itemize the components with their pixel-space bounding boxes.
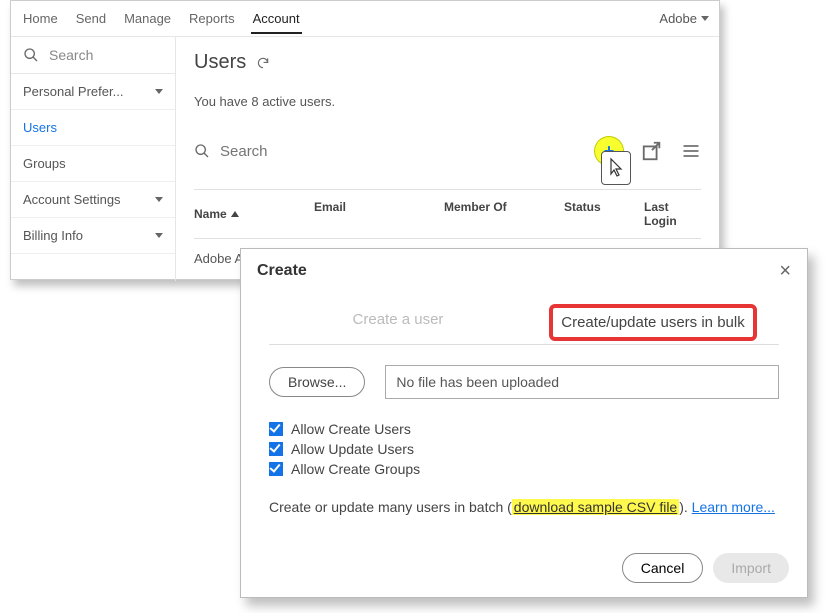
- modal-tabs: Create a user Create/update users in bul…: [269, 301, 779, 345]
- search-icon: [194, 143, 210, 159]
- checkbox-label: Allow Create Users: [291, 421, 411, 437]
- sidebar-item-users[interactable]: Users: [11, 110, 175, 146]
- search-icon: [23, 47, 39, 63]
- refresh-icon[interactable]: [256, 56, 270, 70]
- add-user-button[interactable]: +: [595, 137, 623, 165]
- column-last-login[interactable]: Last Login: [644, 200, 701, 228]
- checkbox-allow-create-groups[interactable]: Allow Create Groups: [269, 461, 779, 477]
- file-upload-status: No file has been uploaded: [385, 365, 779, 399]
- users-search-input[interactable]: [220, 143, 419, 160]
- menu-icon[interactable]: [681, 141, 701, 161]
- chevron-down-icon: [155, 89, 163, 94]
- create-modal: Create × Create a user Create/update use…: [240, 248, 808, 598]
- column-name[interactable]: Name: [194, 200, 314, 228]
- tab-home[interactable]: Home: [21, 3, 60, 34]
- column-email[interactable]: Email: [314, 200, 444, 228]
- sidebar-item-label: Users: [23, 120, 57, 135]
- tab-bulk-label: Create/update users in bulk: [549, 304, 756, 341]
- cancel-button[interactable]: Cancel: [622, 553, 704, 583]
- main-window: Home Send Manage Reports Account Adobe S…: [10, 0, 720, 280]
- sidebar-item-label: Billing Info: [23, 228, 83, 243]
- sidebar-item-label: Groups: [23, 156, 66, 171]
- checkbox-checked-icon: [269, 442, 283, 456]
- tab-create-bulk-users[interactable]: Create/update users in bulk: [527, 301, 779, 344]
- tab-account[interactable]: Account: [251, 3, 302, 34]
- column-status[interactable]: Status: [564, 200, 644, 228]
- import-button[interactable]: Import: [713, 553, 789, 583]
- chevron-down-icon: [701, 16, 709, 21]
- checkbox-label: Allow Create Groups: [291, 461, 420, 477]
- checkbox-checked-icon: [269, 462, 283, 476]
- tab-reports[interactable]: Reports: [187, 3, 237, 34]
- active-users-count: You have 8 active users.: [194, 94, 701, 109]
- learn-more-link[interactable]: Learn more...: [692, 499, 775, 515]
- tab-send[interactable]: Send: [74, 3, 108, 34]
- sidebar: Search Personal Prefer... Users Groups A…: [11, 37, 176, 281]
- content-area: Users You have 8 active users. +: [176, 37, 719, 281]
- sidebar-item-label: Account Settings: [23, 192, 121, 207]
- sidebar-item-billing-info[interactable]: Billing Info: [11, 218, 175, 254]
- chevron-down-icon: [155, 233, 163, 238]
- sidebar-item-personal-preferences[interactable]: Personal Prefer...: [11, 74, 175, 110]
- top-nav: Home Send Manage Reports Account Adobe: [11, 1, 719, 37]
- export-icon[interactable]: [641, 140, 663, 162]
- account-label: Adobe: [659, 11, 697, 26]
- sidebar-item-groups[interactable]: Groups: [11, 146, 175, 182]
- close-icon[interactable]: ×: [779, 261, 791, 281]
- users-search[interactable]: [194, 143, 595, 160]
- checkbox-allow-update-users[interactable]: Allow Update Users: [269, 441, 779, 457]
- users-table-header: Name Email Member Of Status Last Login: [194, 189, 701, 239]
- modal-title: Create: [257, 262, 307, 280]
- sidebar-item-account-settings[interactable]: Account Settings: [11, 182, 175, 218]
- chevron-down-icon: [155, 197, 163, 202]
- checkbox-checked-icon: [269, 422, 283, 436]
- sidebar-search-placeholder: Search: [49, 47, 93, 63]
- toolbar: +: [194, 137, 701, 165]
- plus-icon: +: [604, 142, 615, 160]
- tab-create-single-user[interactable]: Create a user: [269, 301, 527, 344]
- checkbox-allow-create-users[interactable]: Allow Create Users: [269, 421, 779, 437]
- sidebar-search[interactable]: Search: [11, 37, 175, 74]
- bulk-hint-text: Create or update many users in batch (do…: [269, 499, 779, 515]
- page-title: Users: [194, 51, 246, 74]
- download-sample-csv-link[interactable]: download sample CSV file: [512, 499, 679, 515]
- checkbox-label: Allow Update Users: [291, 441, 414, 457]
- sidebar-item-label: Personal Prefer...: [23, 84, 123, 99]
- sort-asc-icon: [231, 211, 239, 217]
- column-member-of[interactable]: Member Of: [444, 200, 564, 228]
- account-dropdown[interactable]: Adobe: [659, 11, 709, 26]
- tab-manage[interactable]: Manage: [122, 3, 173, 34]
- browse-button[interactable]: Browse...: [269, 367, 365, 397]
